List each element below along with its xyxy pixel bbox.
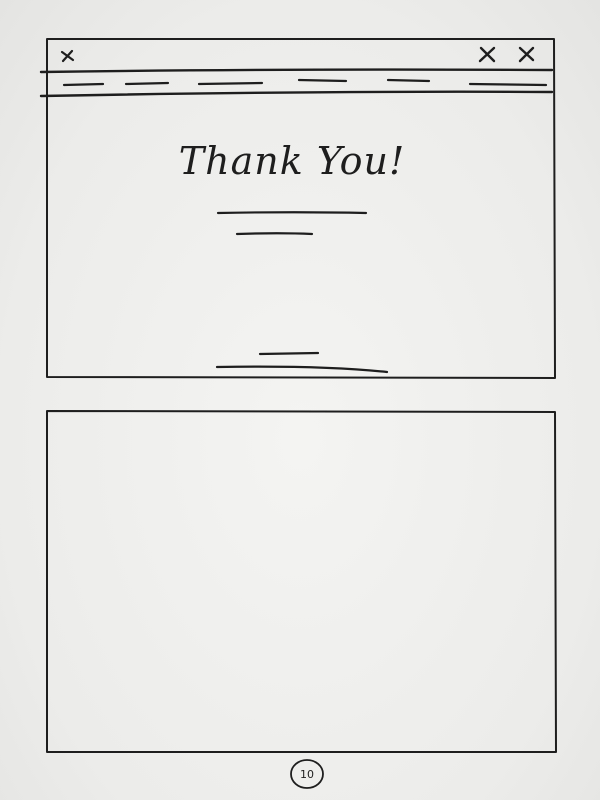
wireframe-sketch: Thank You! 10 bbox=[39, 38, 557, 789]
sketch-page: Thank You! 10 bbox=[0, 0, 600, 800]
title-bar bbox=[39, 46, 554, 98]
top-window-frame bbox=[46, 38, 556, 379]
address-bar-dashes[interactable] bbox=[62, 78, 548, 87]
minimize-x-icon[interactable] bbox=[478, 46, 496, 63]
page-number: 10 bbox=[290, 759, 324, 789]
bottom-empty-frame bbox=[46, 410, 557, 753]
top-window: Thank You! bbox=[39, 38, 556, 379]
text-line-placeholder bbox=[216, 211, 368, 215]
thank-you-heading: Thank You! bbox=[179, 139, 405, 183]
content-area: Thank You! bbox=[179, 139, 405, 374]
footer-line-placeholder-short bbox=[258, 351, 320, 356]
text-line-placeholder-short bbox=[235, 232, 314, 236]
toolbar-divider bbox=[39, 90, 554, 98]
menu-x-icon[interactable] bbox=[60, 49, 75, 63]
footer-line-placeholder bbox=[215, 365, 389, 374]
close-x-icon[interactable] bbox=[518, 46, 535, 63]
page-number-text: 10 bbox=[300, 768, 314, 781]
title-bar-divider bbox=[39, 68, 554, 74]
